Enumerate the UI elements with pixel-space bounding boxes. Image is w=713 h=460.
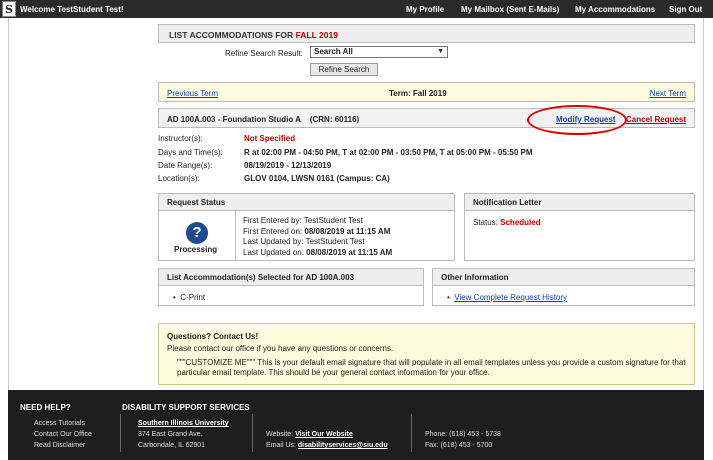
questions-text: Please contact our office if you have an… xyxy=(167,344,394,353)
date-range-value: 08/19/2019 - 12/13/2019 xyxy=(244,161,332,170)
nav-my-profile[interactable]: My Profile xyxy=(406,5,444,14)
phone-text: Phone: (618) 453 - 5738 xyxy=(425,431,501,438)
first-entered-on-value: 08/08/2019 at 11:15 AM xyxy=(304,227,391,236)
other-information-header: Other Information xyxy=(433,269,694,286)
request-history-link[interactable]: View Complete Request History xyxy=(454,293,567,302)
divider xyxy=(235,211,236,261)
first-entered-on: First Entered on: 08/08/2019 at 11:15 AM xyxy=(243,227,390,236)
list-item: • C-Print xyxy=(173,293,206,302)
first-entered-on-label: First Entered on: xyxy=(243,227,303,236)
last-updated-on-label: Last Updated on: xyxy=(243,248,304,257)
last-updated-by-value: TestStudent Test xyxy=(305,237,365,246)
email-label: Email Us: xyxy=(266,442,296,449)
last-updated-by: Last Updated by: TestStudent Test xyxy=(243,237,365,246)
page-title: LIST ACCOMMODATIONS FOR FALL 2019 xyxy=(169,30,338,40)
first-entered-by-value: TestStudent Test xyxy=(303,216,363,225)
days-value: R at 02:00 PM - 04:50 PM, T at 02:00 PM … xyxy=(244,148,533,157)
right-border xyxy=(703,18,704,390)
dss-title: DISABILITY SUPPORT SERVICES xyxy=(122,403,250,412)
last-updated-on-value: 08/08/2019 at 11:15 AM xyxy=(306,248,393,257)
highlight-circle xyxy=(527,105,627,135)
footer-link-tutorials[interactable]: Access Tutorials xyxy=(34,420,85,427)
website-line: Website: Visit Our Website xyxy=(266,431,353,438)
previous-term-link[interactable]: Previous Term xyxy=(167,89,218,98)
request-status-header: Request Status xyxy=(159,194,454,211)
notification-letter-header: Notification Letter xyxy=(465,194,694,211)
accommodation-item-label: C-Print xyxy=(180,293,206,302)
next-term-link[interactable]: Next Term xyxy=(650,89,686,98)
refine-label: Refine Search Result: xyxy=(225,49,303,58)
refine-select-value: Search All xyxy=(314,47,353,56)
page-title-term: FALL 2019 xyxy=(295,30,338,40)
divider xyxy=(252,414,253,452)
last-updated-by-label: Last Updated by: xyxy=(243,237,304,246)
university-logo-icon: S xyxy=(2,1,16,17)
page-title-prefix: LIST ACCOMMODATIONS FOR xyxy=(169,30,294,40)
term-navigation: Previous Term Term: Fall 2019 Next Term xyxy=(158,82,695,102)
first-entered-by-label: First Entered by: xyxy=(243,216,302,225)
fax-text: Fax: (618) 453 - 5700 xyxy=(425,442,493,449)
notification-status-label: Status: xyxy=(473,218,498,227)
questions-contact-panel: Questions? Contact Us! Please contact ou… xyxy=(158,323,695,385)
location-value: GLOV 0104, LWSN 0161 (Campus: CA) xyxy=(244,174,390,183)
welcome-text: Welcome TestStudent Test! xyxy=(20,5,124,14)
page-title-box: LIST ACCOMMODATIONS FOR FALL 2019 xyxy=(158,24,695,43)
refine-search-button[interactable]: Refine Search xyxy=(310,63,378,76)
divider xyxy=(411,414,412,452)
divider xyxy=(120,414,121,452)
footer: NEED HELP? Access Tutorials Contact Our … xyxy=(8,390,704,460)
top-bar: S Welcome TestStudent Test! My Profile M… xyxy=(0,0,713,18)
instructor-label: Instructor(s): xyxy=(158,134,203,143)
accommodations-panel: List Accommodation(s) Selected for AD 10… xyxy=(158,268,424,306)
university-link[interactable]: Southern Illinois University xyxy=(138,420,229,427)
notification-status-value: Scheduled xyxy=(500,218,541,227)
question-icon: ? xyxy=(186,222,208,244)
refine-search-select[interactable]: Search All ▼ xyxy=(310,46,448,58)
cancel-request-link[interactable]: Cancel Request xyxy=(626,115,686,124)
address-line-1: 374 East Grand Ave. xyxy=(138,431,203,438)
days-label: Days and Time(s): xyxy=(158,148,223,157)
crn-value: 60116) xyxy=(334,115,360,124)
request-status-value: Processing xyxy=(174,245,218,254)
current-term: Term: Fall 2019 xyxy=(389,89,447,98)
request-status-panel: Request Status ? Processing First Entere… xyxy=(158,193,455,261)
other-information-panel: Other Information • View Complete Reques… xyxy=(432,268,695,306)
dropdown-arrow-icon: ▼ xyxy=(437,48,444,55)
list-item: • View Complete Request History xyxy=(447,293,568,302)
email-signature-text: """CUSTOMIZE ME""" This is your default … xyxy=(177,358,686,377)
website-label: Website: xyxy=(266,431,294,438)
location-label: Location(s): xyxy=(158,174,200,183)
notification-status: Status: Scheduled xyxy=(473,218,541,227)
last-updated-on: Last Updated on: 08/08/2019 at 11:15 AM xyxy=(243,248,392,257)
nav-my-mailbox[interactable]: My Mailbox (Sent E-Mails) xyxy=(461,5,559,14)
website-link[interactable]: Visit Our Website xyxy=(295,431,353,438)
accommodations-header: List Accommodation(s) Selected for AD 10… xyxy=(159,269,423,286)
questions-title: Questions? Contact Us! xyxy=(167,332,259,341)
date-range-label: Date Range(s): xyxy=(158,161,213,170)
instructor-value: Not Specified xyxy=(244,134,296,143)
address-line-2: Carbondale, IL 62901 xyxy=(138,442,206,449)
footer-link-contact[interactable]: Contact Our Office xyxy=(34,431,92,438)
nav-my-accommodations[interactable]: My Accommodations xyxy=(575,5,655,14)
left-border xyxy=(8,18,9,390)
need-help-title: NEED HELP? xyxy=(20,403,71,412)
email-line: Email Us: disabilityservices@siu.edu xyxy=(266,442,388,449)
course-title: AD 100A.003 - Foundation Studio A (CRN: … xyxy=(167,115,359,124)
footer-link-disclaimer[interactable]: Read Disclaimer xyxy=(34,442,85,449)
notification-letter-panel: Notification Letter Status: Scheduled xyxy=(464,193,695,261)
first-entered-by: First Entered by: TestStudent Test xyxy=(243,216,363,225)
course-name: AD 100A.003 - Foundation Studio A xyxy=(167,115,301,124)
nav-sign-out[interactable]: Sign Out xyxy=(669,5,702,14)
crn-label: (CRN: xyxy=(309,115,333,124)
email-link[interactable]: disabilityservices@siu.edu xyxy=(298,442,388,449)
